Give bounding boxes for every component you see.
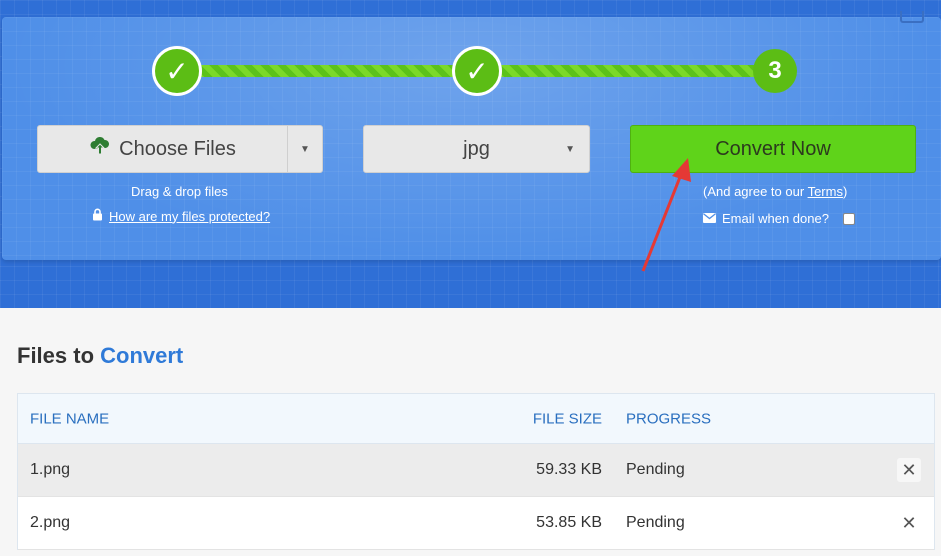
- terms-agreement: (And agree to our Terms): [703, 184, 847, 199]
- step-3-current: 3: [753, 49, 797, 93]
- files-title-accent: Convert: [100, 343, 184, 368]
- checkmark-icon: ✓: [465, 55, 489, 87]
- file-name: 1.png: [30, 461, 71, 478]
- envelope-icon: [703, 211, 716, 226]
- file-progress: Pending: [626, 461, 685, 478]
- progress-track-2: [496, 65, 758, 77]
- annotation-arrow: [641, 158, 691, 272]
- column-header-file-name: FILE NAME: [30, 410, 110, 427]
- cloud-upload-icon: [89, 136, 111, 162]
- files-title-prefix: Files to: [17, 343, 101, 368]
- file-protection-link-row: How are my files protected?: [92, 208, 270, 224]
- table-row: 2.png 53.85 KB Pending ✕: [18, 497, 934, 550]
- lock-icon: [92, 208, 103, 224]
- table-header: FILE NAME FILE SIZE PROGRESS: [18, 394, 934, 444]
- terms-link[interactable]: Terms: [808, 184, 843, 199]
- files-section-title: Files to Convert: [17, 343, 183, 369]
- column-header-file-size: FILE SIZE: [532, 410, 602, 427]
- email-when-done-row: Email when done?: [703, 211, 855, 226]
- file-progress: Pending: [626, 514, 685, 531]
- table-row: 1.png 59.33 KB Pending ✕: [18, 444, 934, 497]
- choose-files-button[interactable]: Choose Files: [38, 126, 288, 172]
- output-format-select[interactable]: jpg ▼: [363, 125, 590, 173]
- folder-icon[interactable]: [900, 11, 924, 23]
- progress-track-1: [196, 65, 458, 77]
- files-table: FILE NAME FILE SIZE PROGRESS 1.png 59.33…: [17, 393, 935, 550]
- agree-prefix: (And agree to our: [703, 184, 808, 199]
- choose-files-label: Choose Files: [119, 137, 236, 160]
- convert-label: Convert Now: [715, 137, 831, 160]
- column-header-progress: PROGRESS: [626, 410, 712, 427]
- file-protection-link[interactable]: How are my files protected?: [109, 209, 270, 224]
- format-value: jpg: [463, 137, 490, 160]
- caret-down-icon: ▼: [300, 143, 310, 155]
- checkmark-icon: ✓: [165, 55, 189, 87]
- step-number: 3: [768, 57, 782, 84]
- agree-suffix: ): [842, 184, 848, 199]
- file-size: 53.85 KB: [536, 514, 602, 531]
- step-2-complete: ✓: [452, 46, 502, 96]
- file-name: 2.png: [30, 514, 71, 531]
- remove-file-icon[interactable]: ✕: [897, 511, 921, 535]
- choose-files-control: Choose Files ▼: [37, 125, 323, 173]
- caret-down-icon: ▼: [565, 144, 575, 155]
- choose-source-dropdown[interactable]: ▼: [288, 126, 322, 172]
- drag-drop-hint: Drag & drop files: [131, 184, 228, 199]
- step-1-complete: ✓: [152, 46, 202, 96]
- file-size: 59.33 KB: [536, 461, 602, 478]
- email-when-done-checkbox[interactable]: [842, 212, 855, 225]
- email-label: Email when done?: [722, 211, 829, 226]
- remove-file-icon[interactable]: ✕: [897, 458, 921, 482]
